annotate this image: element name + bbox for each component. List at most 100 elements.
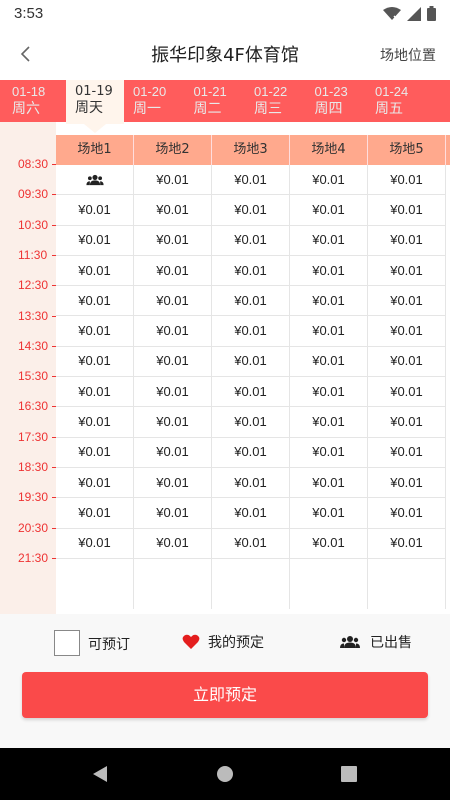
slot-available[interactable]: ¥0.01: [290, 498, 368, 529]
slot-available[interactable]: ¥0.01: [290, 528, 368, 559]
date-tab[interactable]: 01-18 周六: [0, 80, 60, 122]
slot-available[interactable]: ¥0.01: [368, 165, 446, 196]
slot-available[interactable]: ¥0.01: [212, 437, 290, 468]
slot-available[interactable]: ¥0.01: [56, 377, 134, 408]
slot-available[interactable]: ¥0.01: [212, 165, 290, 196]
date-tab[interactable]: 01-22 周三: [242, 80, 302, 122]
slot-available[interactable]: ¥0.01: [368, 195, 446, 226]
date-tab[interactable]: 01-21 周二: [182, 80, 242, 122]
slot-available[interactable]: ¥0.01: [212, 195, 290, 226]
slot-available[interactable]: ¥0.01: [56, 316, 134, 347]
legend-mine-label: 我的预定: [208, 635, 264, 651]
slot-available[interactable]: ¥0.01: [134, 195, 212, 226]
slot-available[interactable]: ¥0.01: [212, 316, 290, 347]
app-bar: 振华印象4F体育馆 场地位置: [0, 28, 450, 80]
slot-available[interactable]: ¥0.01: [290, 165, 368, 196]
time-label: 16:30: [18, 399, 49, 414]
slot-available[interactable]: ¥0.01: [134, 286, 212, 317]
slot-row: ¥0.01 ¥0.01 ¥0.01 ¥0.01 ¥0.01: [56, 195, 450, 226]
nav-recents-button[interactable]: [337, 762, 361, 786]
slot-available[interactable]: ¥0.01: [134, 528, 212, 559]
venue-location-link[interactable]: 场地位置: [380, 45, 436, 65]
slot-empty: [368, 558, 446, 609]
slot-available[interactable]: ¥0.01: [134, 437, 212, 468]
slot-available[interactable]: ¥0.01: [368, 377, 446, 408]
slot-available[interactable]: ¥0.01: [290, 467, 368, 499]
slot-available[interactable]: ¥0.01: [368, 528, 446, 559]
slot-available[interactable]: ¥0.01: [212, 407, 290, 438]
slot-available[interactable]: ¥0.01: [290, 407, 368, 438]
slot-available[interactable]: ¥0.01: [368, 255, 446, 287]
slot-available[interactable]: ¥0.01: [368, 225, 446, 256]
slot-available[interactable]: ¥0.01: [368, 437, 446, 468]
slot-available[interactable]: ¥0.01: [212, 528, 290, 559]
slot-available[interactable]: ¥0.01: [56, 255, 134, 287]
slot-available[interactable]: ¥0.01: [56, 437, 134, 468]
slot-available[interactable]: ¥0.01: [212, 286, 290, 317]
slot-available[interactable]: ¥0.01: [368, 498, 446, 529]
legend-available: 可预订: [54, 630, 130, 656]
slot-available[interactable]: ¥0.01: [290, 286, 368, 317]
schedule-grid: 场地1 场地2 场地3 场地4 场地5 ¥0.01 ¥0.01 ¥0.01 ¥0.01 ¥0.0…: [56, 135, 450, 609]
slot-row: ¥0.01 ¥0.01 ¥0.01 ¥0.01: [56, 165, 450, 196]
date-tab[interactable]: 01-23 周四: [303, 80, 363, 122]
slot-available[interactable]: ¥0.01: [368, 467, 446, 499]
slot-available[interactable]: ¥0.01: [212, 498, 290, 529]
slot-available[interactable]: ¥0.01: [134, 498, 212, 529]
slot-available[interactable]: ¥0.01: [56, 467, 134, 499]
status-icons: [383, 6, 436, 21]
court-header: 场地5: [368, 135, 446, 165]
nav-home-circle-icon: [217, 766, 233, 782]
time-label: 09:30: [18, 187, 49, 202]
slot-available[interactable]: ¥0.01: [134, 467, 212, 499]
book-now-button[interactable]: 立即预定: [22, 672, 428, 718]
slot-available[interactable]: ¥0.01: [56, 528, 134, 559]
slot-available[interactable]: ¥0.01: [56, 195, 134, 226]
date-tab-selected[interactable]: 01-19 周天: [66, 80, 124, 124]
slot-available[interactable]: ¥0.01: [212, 346, 290, 378]
slot-row: ¥0.01 ¥0.01 ¥0.01 ¥0.01 ¥0.01: [56, 255, 450, 287]
time-column: 08:30 09:30 10:30 11:30 12:30 13:30 14:30 15:30…: [0, 122, 56, 614]
slot-available[interactable]: ¥0.01: [134, 165, 212, 196]
status-bar: 3:53: [0, 0, 450, 28]
slot-available[interactable]: ¥0.01: [368, 346, 446, 378]
slot-available[interactable]: ¥0.01: [134, 255, 212, 287]
slot-available[interactable]: ¥0.01: [212, 377, 290, 408]
slot-available[interactable]: ¥0.01: [290, 346, 368, 378]
slot-row: ¥0.01 ¥0.01 ¥0.01 ¥0.01 ¥0.01: [56, 528, 450, 559]
slot-available[interactable]: ¥0.01: [290, 195, 368, 226]
slot-available[interactable]: ¥0.01: [56, 498, 134, 529]
nav-home-button[interactable]: [213, 762, 237, 786]
date-tab[interactable]: 01-20 周一: [121, 80, 181, 122]
slot-available[interactable]: ¥0.01: [290, 437, 368, 468]
slot-available[interactable]: ¥0.01: [134, 377, 212, 408]
slot-available[interactable]: ¥0.01: [134, 316, 212, 347]
slot-available[interactable]: ¥0.01: [56, 225, 134, 256]
slot-available[interactable]: ¥0.01: [212, 467, 290, 499]
slot-available[interactable]: ¥0.01: [290, 255, 368, 287]
slot-available[interactable]: ¥0.01: [134, 407, 212, 438]
slot-available[interactable]: ¥0.01: [290, 225, 368, 256]
nav-back-button[interactable]: [88, 762, 112, 786]
slot-available[interactable]: ¥0.01: [56, 407, 134, 438]
time-label: 11:30: [18, 247, 48, 262]
slot-available[interactable]: ¥0.01: [212, 255, 290, 287]
time-label: 12:30: [18, 278, 49, 293]
battery-icon: [427, 6, 436, 21]
slot-available[interactable]: ¥0.01: [134, 225, 212, 256]
slot-available[interactable]: ¥0.01: [290, 316, 368, 347]
slot-available[interactable]: ¥0.01: [212, 225, 290, 256]
slot-available[interactable]: ¥0.01: [368, 286, 446, 317]
slot-available[interactable]: ¥0.01: [368, 407, 446, 438]
slot-available[interactable]: ¥0.01: [134, 346, 212, 378]
date-tab-date: 01-20: [133, 84, 167, 99]
date-tab-weekday: 周一: [133, 100, 161, 116]
date-selected-pointer: [84, 124, 106, 133]
slot-available[interactable]: ¥0.01: [56, 346, 134, 378]
status-time: 3:53: [14, 5, 44, 22]
slot-available[interactable]: ¥0.01: [368, 316, 446, 347]
nav-back-triangle-icon: [93, 766, 107, 782]
date-tab[interactable]: 01-24 周五: [363, 80, 423, 122]
slot-available[interactable]: ¥0.01: [56, 286, 134, 317]
slot-available[interactable]: ¥0.01: [290, 377, 368, 408]
